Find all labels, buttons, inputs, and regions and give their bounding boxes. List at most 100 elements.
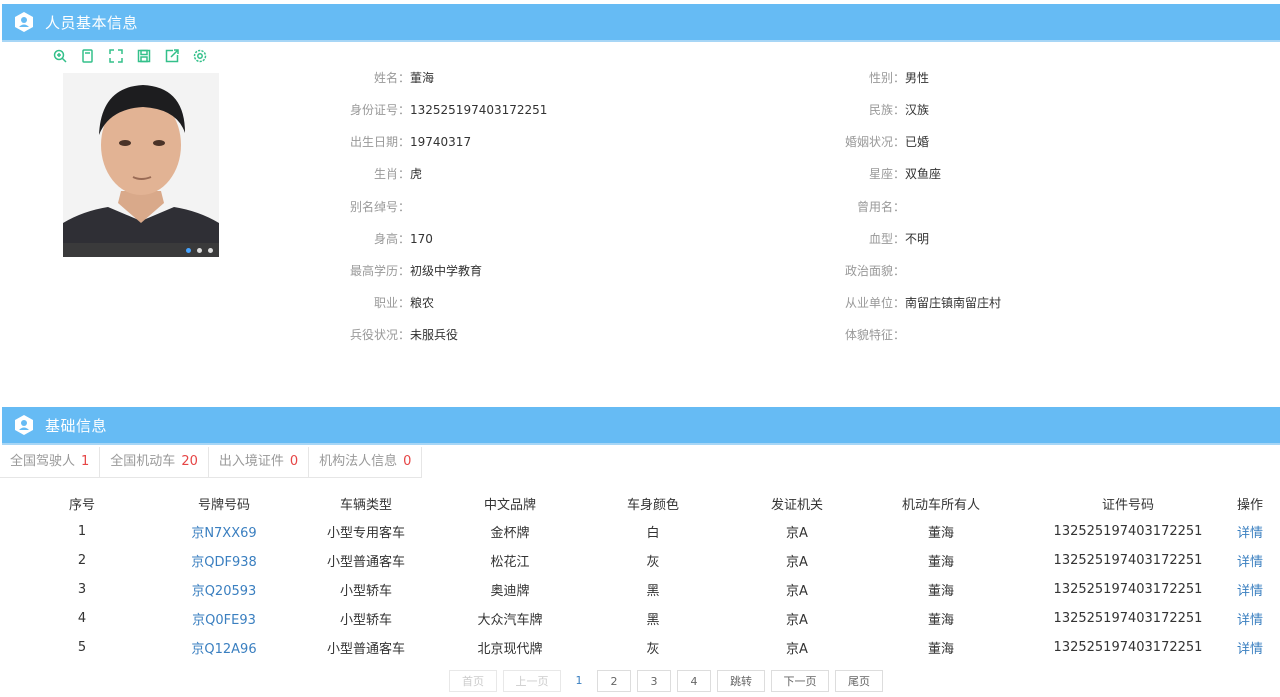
- field-label: 生肖：: [373, 167, 410, 181]
- cell-index: 2: [77, 553, 87, 568]
- photo-toolbar: [52, 48, 208, 64]
- field-label: 星座：: [868, 167, 905, 181]
- field-military-status: 兵役状况：未服兵役: [340, 327, 458, 343]
- field-value: 不明: [905, 232, 930, 246]
- field-label: 体貌特征：: [844, 328, 905, 342]
- cell-color: 白: [646, 526, 660, 541]
- cell-plate-link[interactable]: 京QDF938: [162, 546, 286, 575]
- tab-count: 0: [289, 454, 299, 469]
- tab-count: 1: [81, 454, 90, 469]
- cell-color: 灰: [646, 642, 660, 657]
- cell-id-number: 132525197403172251: [1053, 611, 1203, 626]
- field-value: 170: [410, 232, 433, 246]
- column-header: 发证机关: [770, 497, 823, 513]
- person-card-icon: [13, 11, 35, 33]
- field-height: 身高：170: [340, 231, 433, 247]
- last-page-button[interactable]: 尾页: [835, 670, 883, 692]
- cell-vehicle-type: 小型轿车: [339, 584, 392, 599]
- field-label: 从业单位：: [844, 296, 905, 310]
- export-icon[interactable]: [164, 48, 180, 64]
- column-header: 操作: [1237, 497, 1264, 513]
- page-number[interactable]: 2: [597, 670, 631, 692]
- settings-icon[interactable]: [192, 48, 208, 64]
- field-value: 19740317: [410, 135, 472, 149]
- fullscreen-icon[interactable]: [108, 48, 124, 64]
- field-label: 职业：: [373, 296, 410, 310]
- table-row: 1 京N7XX69 小型专用客车 金杯牌 白 京A 董海 13252519740…: [2, 517, 1280, 546]
- table-header-row: 序号 号牌号码 车辆类型 中文品牌 车身颜色 发证机关 机动车所有人 证件号码 …: [2, 489, 1280, 517]
- carousel-dot[interactable]: [186, 247, 191, 253]
- cell-owner: 董海: [927, 642, 954, 657]
- save-icon[interactable]: [136, 48, 152, 64]
- tab-label: 全国机动车: [110, 454, 176, 469]
- details-link[interactable]: 详情: [1236, 604, 1280, 633]
- field-name: 姓名：董海: [340, 70, 434, 86]
- cell-index: 5: [77, 640, 87, 655]
- field-value: 双鱼座: [905, 167, 942, 181]
- field-education: 最高学历：初级中学教育: [340, 263, 482, 279]
- tab-vehicles[interactable]: 全国机动车 20: [100, 447, 209, 477]
- page-number[interactable]: 4: [677, 670, 711, 692]
- column-header: 证件号码: [1101, 497, 1154, 513]
- zoom-icon[interactable]: [52, 48, 68, 64]
- details-link[interactable]: 详情: [1236, 546, 1280, 575]
- field-label: 曾用名：: [856, 200, 905, 214]
- column-header: 序号: [68, 497, 95, 513]
- field-physical-features: 体貌特征：: [835, 327, 905, 343]
- next-page-button[interactable]: 下一页: [771, 670, 829, 692]
- page-number[interactable]: 3: [637, 670, 671, 692]
- cell-index: 1: [77, 524, 87, 539]
- details-link[interactable]: 详情: [1236, 517, 1280, 546]
- cell-id-number: 132525197403172251: [1053, 524, 1203, 539]
- carousel-dot[interactable]: [208, 247, 213, 253]
- cell-id-number: 132525197403172251: [1053, 582, 1203, 597]
- field-blood-type: 血型：不明: [835, 231, 929, 247]
- cell-owner: 董海: [927, 526, 954, 541]
- cell-vehicle-type: 小型普通客车: [326, 555, 405, 570]
- tab-drivers[interactable]: 全国驾驶人 1: [0, 447, 101, 477]
- prev-page-button[interactable]: 上一页: [503, 670, 561, 692]
- cell-issuer: 京A: [786, 584, 808, 599]
- field-birth-date: 出生日期：19740317: [340, 134, 471, 150]
- table-row: 2 京QDF938 小型普通客车 松花江 灰 京A 董海 13252519740…: [2, 546, 1280, 575]
- cell-brand: 松花江: [490, 555, 530, 570]
- person-photo[interactable]: [63, 73, 219, 257]
- cell-plate-link[interactable]: 京Q20593: [162, 575, 286, 604]
- tab-legal-entities[interactable]: 机构法人信息 0: [309, 447, 423, 477]
- cell-plate-link[interactable]: 京N7XX69: [162, 517, 286, 546]
- cell-issuer: 京A: [786, 613, 808, 628]
- section-title: 人员基本信息: [45, 13, 139, 32]
- column-header: 中文品牌: [483, 497, 536, 513]
- page-number-current[interactable]: 1: [567, 670, 591, 692]
- field-label: 身高：: [373, 232, 410, 246]
- cell-index: 4: [77, 611, 87, 626]
- field-political-status: 政治面貌：: [835, 263, 905, 279]
- field-label: 兵役状况：: [349, 328, 410, 342]
- cell-brand: 北京现代牌: [477, 642, 543, 657]
- field-value: 初级中学教育: [410, 264, 483, 278]
- details-link[interactable]: 详情: [1236, 575, 1280, 604]
- carousel-dot[interactable]: [197, 247, 202, 253]
- cell-id-number: 132525197403172251: [1053, 553, 1203, 568]
- field-value: 已婚: [905, 135, 930, 149]
- column-header: 号牌号码: [197, 497, 250, 513]
- field-label: 政治面貌：: [844, 264, 905, 278]
- first-page-button[interactable]: 首页: [449, 670, 497, 692]
- field-gender: 性别：男性: [835, 70, 929, 86]
- details-link[interactable]: 详情: [1236, 633, 1280, 662]
- field-id-number: 身份证号：132525197403172251: [340, 102, 547, 118]
- info-tabs: 全国驾驶人 1 全国机动车 20 出入境证件 0 机构法人信息 0: [0, 447, 423, 478]
- cell-brand: 金杯牌: [490, 526, 530, 541]
- field-value: 董海: [410, 71, 435, 85]
- info-card-icon: [13, 414, 35, 436]
- tab-count: 0: [403, 454, 412, 469]
- section-header-basic-person: 人员基本信息: [2, 4, 1280, 42]
- copy-icon[interactable]: [80, 48, 96, 64]
- jump-button[interactable]: 跳转: [717, 670, 765, 692]
- field-value: 男性: [905, 71, 930, 85]
- cell-color: 黑: [646, 613, 660, 628]
- tab-label: 出入境证件: [218, 454, 284, 469]
- tab-entry-exit-documents[interactable]: 出入境证件 0: [209, 447, 310, 477]
- cell-plate-link[interactable]: 京Q12A96: [162, 633, 286, 662]
- cell-plate-link[interactable]: 京Q0FE93: [162, 604, 286, 633]
